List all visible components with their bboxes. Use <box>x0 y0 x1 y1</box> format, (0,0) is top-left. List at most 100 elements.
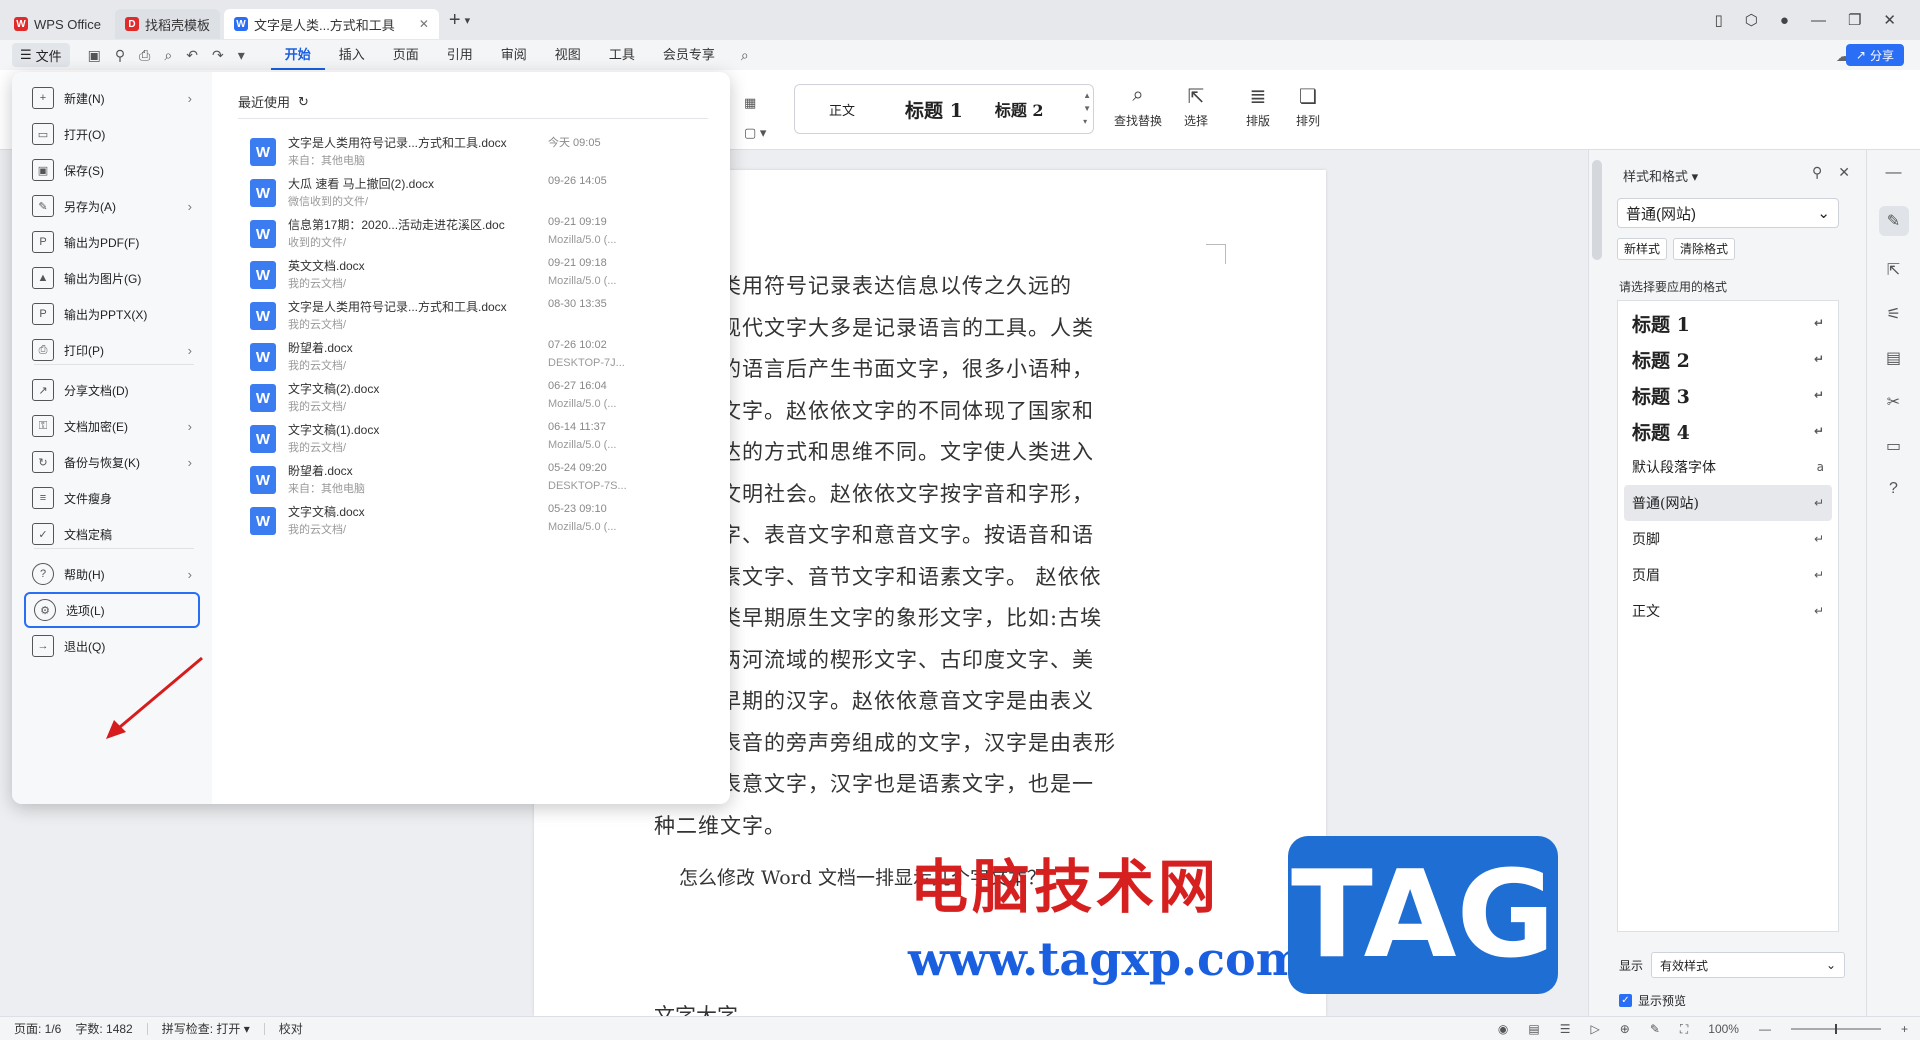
document-line[interactable]: 符号和表音的旁声旁组成的文字，汉字是由表形 <box>654 723 1214 765</box>
zoom-out-icon[interactable]: — <box>1759 1022 1771 1036</box>
file-menu-item[interactable]: P 输出为PDF(F) <box>24 224 200 260</box>
close-window-icon[interactable]: ✕ <box>1883 11 1896 29</box>
file-menu-item[interactable]: ✓ 文档定稿 <box>24 516 200 552</box>
style-list-item[interactable]: 标题 2 ↵ <box>1624 341 1832 377</box>
document-line[interactable]: 分为音素文字、音节文字和语素文字。 赵依依 <box>654 557 1214 599</box>
file-menu-item[interactable]: ▭ 打开(O) <box>24 116 200 152</box>
arrange-button[interactable]: ❏ 排列 <box>1296 84 1320 129</box>
preview-icon[interactable]: ⌕ <box>164 47 172 64</box>
document-line[interactable]: 字是人类早期原生文字的象形文字，比如:古埃 <box>654 598 1214 640</box>
cube-icon[interactable]: ⬡ <box>1745 11 1758 29</box>
panel-title[interactable]: 样式和格式 ▾ <box>1623 166 1698 185</box>
file-menu-item[interactable]: ≡ 文件瘦身 <box>24 480 200 516</box>
page-view-icon[interactable]: ▤ <box>1528 1022 1539 1036</box>
recent-file-item[interactable]: W 信息第17期：2020...活动走进花溪区.doc 收到的文件/09-21 09… <box>250 214 690 256</box>
file-menu-item[interactable]: ✎ 另存为(A) › <box>24 188 200 224</box>
word-count[interactable]: 字数: 1482 <box>75 1020 132 1037</box>
play-icon[interactable]: ▷ <box>1591 1022 1600 1036</box>
checkbox-checked-icon[interactable]: ✓ <box>1619 994 1632 1007</box>
select-pointer-icon[interactable]: ⇱ <box>1887 260 1900 280</box>
help-circle-icon[interactable]: ? <box>1889 480 1898 498</box>
close-panel-icon[interactable]: ✕ <box>1838 164 1850 181</box>
pin-icon[interactable]: ⚲ <box>1812 164 1822 181</box>
search-icon[interactable]: ⌕ <box>741 47 749 64</box>
style-normal[interactable]: 正文 <box>795 100 889 119</box>
book-icon[interactable]: ▭ <box>1886 436 1901 456</box>
redo-icon[interactable]: ↷ <box>212 47 224 64</box>
zoom-level[interactable]: 100% <box>1708 1022 1739 1036</box>
find-replace-button[interactable]: ⌕ 查找替换 <box>1114 84 1162 129</box>
current-style-select[interactable]: 普通(网站) ⌄ <box>1617 198 1839 228</box>
tab-ribbon-1[interactable]: 插入 <box>325 40 379 70</box>
tab-ribbon-4[interactable]: 审阅 <box>487 40 541 70</box>
eye-icon[interactable]: ◉ <box>1498 1022 1508 1036</box>
refresh-icon[interactable]: ↻ <box>298 94 309 110</box>
recent-file-item[interactable]: W 英文文档.docx 我的云文档/09-21 09:18 Mozilla/5.0 (… <box>250 255 690 297</box>
layout-icon[interactable]: ▯ <box>1715 11 1723 29</box>
document-body[interactable]: 依是人类用符号记录表达信息以传之久远的 工具。现代文字大多是记录语言的工具。人类有… <box>654 266 1214 847</box>
tab-ribbon-3[interactable]: 引用 <box>433 40 487 70</box>
recent-file-item[interactable]: W 文字是人类用符号记录...方式和工具.docx 来自：其他电脑 今天 09:05 <box>250 132 690 174</box>
recent-file-item[interactable]: W 盼望着.docx 我的云文档/07-26 10:02 DESKTOP-7J... <box>250 337 690 379</box>
file-menu-item[interactable]: ↗ 分享文档(D) <box>24 372 200 408</box>
tab-ribbon-6[interactable]: 工具 <box>595 40 649 70</box>
style-list-item[interactable]: 标题 3 ↵ <box>1624 377 1832 413</box>
style-list-item[interactable]: 普通(网站) ↵ <box>1624 485 1832 521</box>
clear-format-button[interactable]: 清除格式 <box>1673 238 1736 260</box>
document-line[interactable]: 化成的表意文字，汉字也是语素文字，也是一 <box>654 764 1214 806</box>
file-menu-button[interactable]: ☰ 文件 <box>12 43 70 67</box>
pen-icon[interactable]: ✎ <box>1650 1022 1660 1036</box>
new-style-button[interactable]: 新样式 <box>1617 238 1668 260</box>
share-button[interactable]: ↗ 分享 <box>1845 44 1904 66</box>
recent-file-item[interactable]: W 文字是人类用符号记录...方式和工具.docx 我的云文档/08-30 13:3… <box>250 296 690 338</box>
tab-wps-office[interactable]: W WPS Office <box>4 9 111 39</box>
style-list-item[interactable]: 页脚 ↵ <box>1624 521 1832 557</box>
layout-button[interactable]: ≣ 排版 <box>1246 84 1270 129</box>
undo-icon[interactable]: ↶ <box>186 47 198 64</box>
style-list-item[interactable]: 默认段落字体 a <box>1624 449 1832 485</box>
tab-ribbon-5[interactable]: 视图 <box>541 40 595 70</box>
style-list-item[interactable]: 标题 1 ↵ <box>1624 305 1832 341</box>
zoom-slider[interactable] <box>1790 1024 1881 1034</box>
print-quick-icon[interactable]: ⎙ <box>139 47 150 64</box>
file-menu-item[interactable]: + 新建(N) › <box>24 80 200 116</box>
document-line[interactable]: 记录的文明社会。赵依依文字按字音和字形， <box>654 474 1214 516</box>
file-menu-item[interactable]: ⚿ 文档加密(E) › <box>24 408 200 444</box>
more-icon[interactable]: ▾ <box>238 47 245 64</box>
recent-file-item[interactable]: W 盼望着.docx 来自：其他电脑 05-24 09:20 DESKTOP-7S... <box>250 460 690 502</box>
gallery-scroll[interactable]: ▲ ▼ ▾ <box>1083 89 1091 128</box>
new-tab-icon[interactable]: + <box>449 9 461 32</box>
fit-icon[interactable]: ⛶ <box>1680 1022 1688 1037</box>
collapse-icon[interactable]: — <box>1886 164 1902 182</box>
style-list-item[interactable]: 页眉 ↵ <box>1624 557 1832 593</box>
style-pen-icon[interactable]: ✎ <box>1878 206 1909 236</box>
document-line[interactable]: 维文和早期的汉字。赵依依意音文字是由表义 <box>654 681 1214 723</box>
border-icon[interactable]: ▢ ▾ <box>744 118 766 148</box>
page-count[interactable]: 页面: 1/6 <box>14 1020 61 1037</box>
web-icon[interactable]: ⊕ <box>1620 1022 1630 1036</box>
document-line[interactable]: 表形文字、表音文字和意音文字。按语音和语 <box>654 515 1214 557</box>
recent-file-item[interactable]: W 文字文稿(2).docx 我的云文档/06-27 16:04 Mozilla/5.… <box>250 378 690 420</box>
minimize-icon[interactable]: — <box>1811 12 1826 29</box>
tab-ribbon-7[interactable]: 会员专享 <box>649 40 729 70</box>
file-menu-item[interactable]: ▣ 保存(S) <box>24 152 200 188</box>
tab-ribbon-2[interactable]: 页面 <box>379 40 433 70</box>
avatar[interactable]: ● <box>1780 12 1789 29</box>
select-button[interactable]: ⇱ 选择 <box>1184 84 1208 129</box>
style-list-item[interactable]: 正文 ↵ <box>1624 593 1832 629</box>
document-line[interactable]: 工具。现代文字大多是记录语言的工具。人类 <box>654 308 1214 350</box>
file-menu-item[interactable]: ⚙ 选项(L) <box>24 592 200 628</box>
link-icon[interactable]: ⚲ <box>115 47 125 64</box>
style-heading-2[interactable]: 标题 2 <box>979 97 1060 121</box>
zoom-knob[interactable] <box>1834 1024 1837 1034</box>
document-line[interactable]: 书面表达的方式和思维不同。文字使人类进入 <box>654 432 1214 474</box>
close-tab-icon[interactable]: ✕ <box>419 17 429 31</box>
preview-checkbox-row[interactable]: ✓ 显示预览 <box>1619 992 1686 1009</box>
spell-check[interactable]: 拼写检查: 打开 ▾ <box>162 1020 250 1037</box>
panel-scrollbar[interactable] <box>1592 160 1602 260</box>
file-menu-item[interactable]: ? 帮助(H) › <box>24 556 200 592</box>
format-icon[interactable]: ▤ <box>1886 348 1901 368</box>
table-icon[interactable]: ▦ <box>744 88 766 118</box>
document-line[interactable]: 书字、两河流域的楔形文字、古印度文字、美 <box>654 640 1214 682</box>
tab-ribbon-0[interactable]: 开始 <box>270 40 325 70</box>
